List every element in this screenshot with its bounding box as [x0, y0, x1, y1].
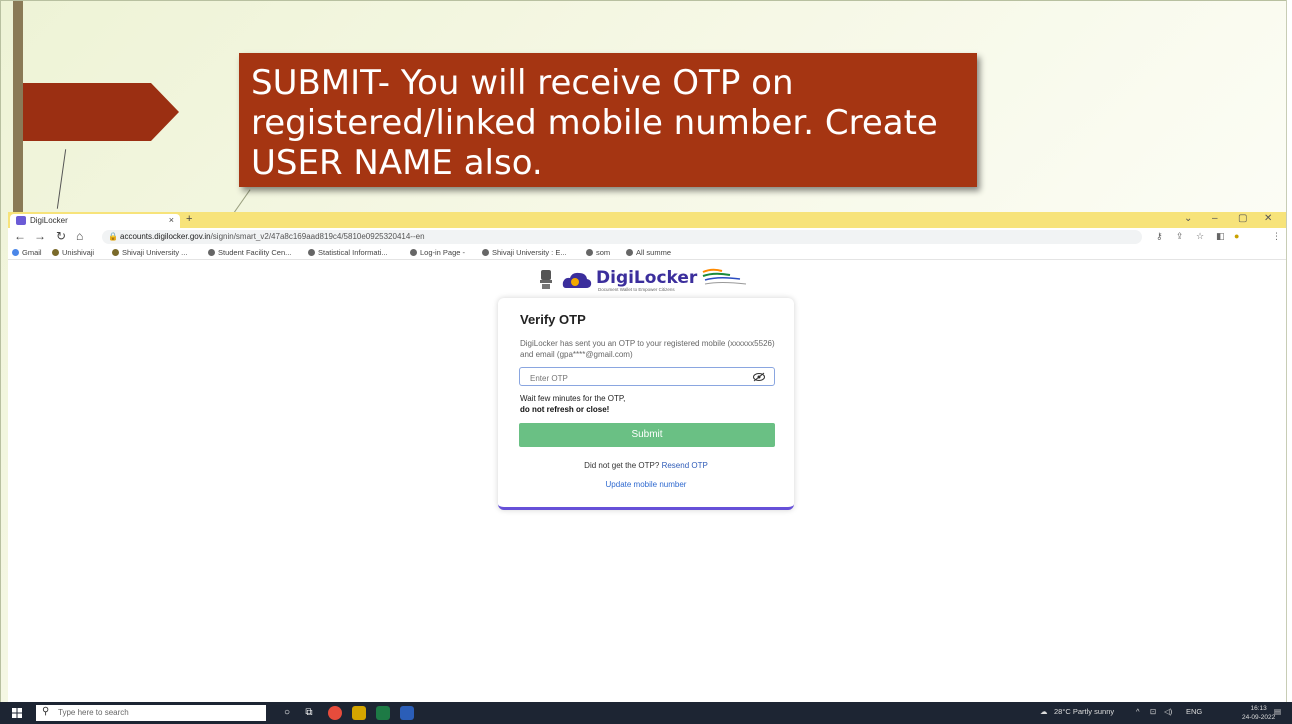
google-icon [12, 249, 19, 256]
national-emblem-icon [540, 270, 552, 289]
word-icon[interactable] [400, 706, 414, 720]
taskbar-search-placeholder: Type here to search [58, 708, 129, 717]
tray-chevron-icon[interactable]: ^ [1136, 707, 1140, 716]
slide-callout-text: SUBMIT- You will receive OTP on register… [239, 53, 977, 187]
clock-date: 24-09-2022 [1242, 714, 1276, 721]
cortana-icon[interactable]: ○ [280, 706, 294, 720]
globe-icon [626, 249, 633, 256]
bookmark-unishivaji[interactable]: Unishivaji [52, 248, 94, 257]
bookmark-shivaji-university-e[interactable]: Shivaji University : E... [482, 248, 567, 257]
wait-message: Wait few minutes for the OTP, [520, 394, 626, 403]
share-icon[interactable]: ⇪ [1176, 231, 1184, 242]
tab-title: DigiLocker [30, 216, 68, 225]
bookmark-star-icon[interactable]: ☆ [1196, 231, 1204, 242]
close-window-icon[interactable]: ✕ [1264, 213, 1272, 224]
university-icon [52, 249, 59, 256]
bookmark-all-summe[interactable]: All summe [626, 248, 671, 257]
clock-time: 16:13 [1250, 705, 1267, 712]
card-title: Verify OTP [520, 312, 586, 327]
globe-icon [410, 249, 417, 256]
globe-icon [586, 249, 593, 256]
update-mobile-number-link[interactable]: Update mobile number [498, 480, 794, 489]
volume-icon[interactable]: ◁) [1164, 707, 1172, 716]
sidepanel-icon[interactable]: ◧ [1216, 231, 1225, 242]
slide-accent-bar [13, 1, 23, 213]
bookmark-login-page[interactable]: Log-in Page - [410, 248, 465, 257]
bookmark-gmail[interactable]: Gmail [12, 248, 42, 257]
network-icon[interactable]: ⊡ [1150, 707, 1156, 716]
globe-icon [308, 249, 315, 256]
verify-otp-card: Verify OTP DigiLocker has sent you an OT… [498, 298, 794, 510]
slide-frame-edge [1286, 0, 1292, 724]
globe-icon [208, 249, 215, 256]
url-host: accounts.digilocker.gov.in [120, 232, 211, 241]
slide-decor-line [56, 149, 67, 209]
globe-icon [482, 249, 489, 256]
digilocker-logo: DigiLocker Document Wallet to Empower Ci… [538, 266, 778, 294]
browser-window: DigiLocker × + ⌄ – ▢ ✕ ← → ↻ ⌂ 🔒 account… [8, 212, 1286, 702]
weather-text[interactable]: 28°C Partly sunny [1054, 707, 1114, 716]
close-tab-icon[interactable]: × [169, 215, 174, 225]
new-tab-button[interactable]: + [186, 213, 192, 225]
lock-icon: 🔒 [108, 232, 118, 241]
digilocker-cloud-icon [562, 272, 592, 288]
windows-start-icon[interactable] [12, 708, 22, 718]
brand-name: DigiLocker [596, 268, 698, 288]
resend-otp-link[interactable]: Resend OTP [662, 461, 708, 470]
minimize-icon[interactable]: – [1212, 213, 1218, 224]
chrome-icon[interactable] [328, 706, 342, 720]
brand-tagline: Document Wallet to Empower Citizens [598, 287, 675, 292]
do-not-refresh-warning: do not refresh or close! [520, 405, 610, 414]
bookmark-statistical-info[interactable]: Statistical Informati... [308, 248, 388, 257]
forward-icon[interactable]: → [34, 229, 46, 243]
search-icon: ⚲ [42, 706, 50, 717]
resend-otp-line: Did not get the OTP? Resend OTP [498, 461, 794, 470]
excel-icon[interactable] [376, 706, 390, 720]
weather-icon[interactable]: ☁ [1040, 707, 1048, 716]
taskbar-search-box[interactable]: ⚲ Type here to search [36, 705, 266, 721]
restore-icon[interactable]: ▢ [1238, 213, 1247, 224]
more-menu-icon[interactable]: ⋮ [1272, 231, 1281, 242]
otp-input[interactable] [519, 367, 775, 386]
bookmark-shivaji-university[interactable]: Shivaji University ... [112, 248, 187, 257]
tab-bar: DigiLocker × + ⌄ – ▢ ✕ [8, 212, 1286, 228]
profile-avatar-icon[interactable]: ● [1234, 231, 1239, 241]
language-indicator[interactable]: ENG [1186, 707, 1202, 716]
toggle-visibility-eye-icon[interactable] [752, 372, 766, 382]
reload-icon[interactable]: ↻ [56, 229, 66, 243]
browser-toolbar: ← → ↻ ⌂ 🔒 accounts.digilocker.gov.in/sig… [8, 228, 1286, 246]
home-icon[interactable]: ⌂ [76, 229, 83, 243]
digilocker-favicon-icon [16, 216, 26, 225]
bookmark-student-facility[interactable]: Student Facility Cen... [208, 248, 291, 257]
resend-prompt: Did not get the OTP? [584, 461, 660, 470]
chrome-profile-icon[interactable] [352, 706, 366, 720]
task-view-icon[interactable]: ⧉ [302, 706, 316, 720]
windows-taskbar: ⚲ Type here to search ○ ⧉ ☁ 28°C Partly … [0, 702, 1292, 724]
university-icon [112, 249, 119, 256]
back-icon[interactable]: ← [14, 229, 26, 243]
bookmarks-bar: Gmail Unishivaji Shivaji University ... … [8, 246, 1286, 260]
otp-sent-message: DigiLocker has sent you an OTP to your r… [520, 339, 775, 359]
digilocker-page: DigiLocker Document Wallet to Empower Ci… [8, 260, 1286, 702]
azadi-ka-amrit-mahotsav-logo [702, 268, 747, 285]
url-path: /signin/smart_v2/47a8c169aad819c4/5810e0… [210, 232, 425, 241]
system-clock[interactable]: 16:13 24-09-2022 [1242, 704, 1275, 722]
notifications-icon[interactable]: ▤ [1274, 707, 1281, 716]
key-icon[interactable]: ⚷ [1156, 231, 1163, 242]
tab-digilocker[interactable]: DigiLocker × [10, 214, 180, 228]
address-bar[interactable]: 🔒 accounts.digilocker.gov.in/signin/smar… [102, 230, 1142, 244]
bookmark-som[interactable]: som [586, 248, 610, 257]
slide-decor-line [232, 189, 251, 215]
submit-button[interactable]: Submit [519, 423, 775, 447]
tab-search-chevron-icon[interactable]: ⌄ [1184, 213, 1192, 224]
slide-arrow-shape [23, 83, 179, 141]
